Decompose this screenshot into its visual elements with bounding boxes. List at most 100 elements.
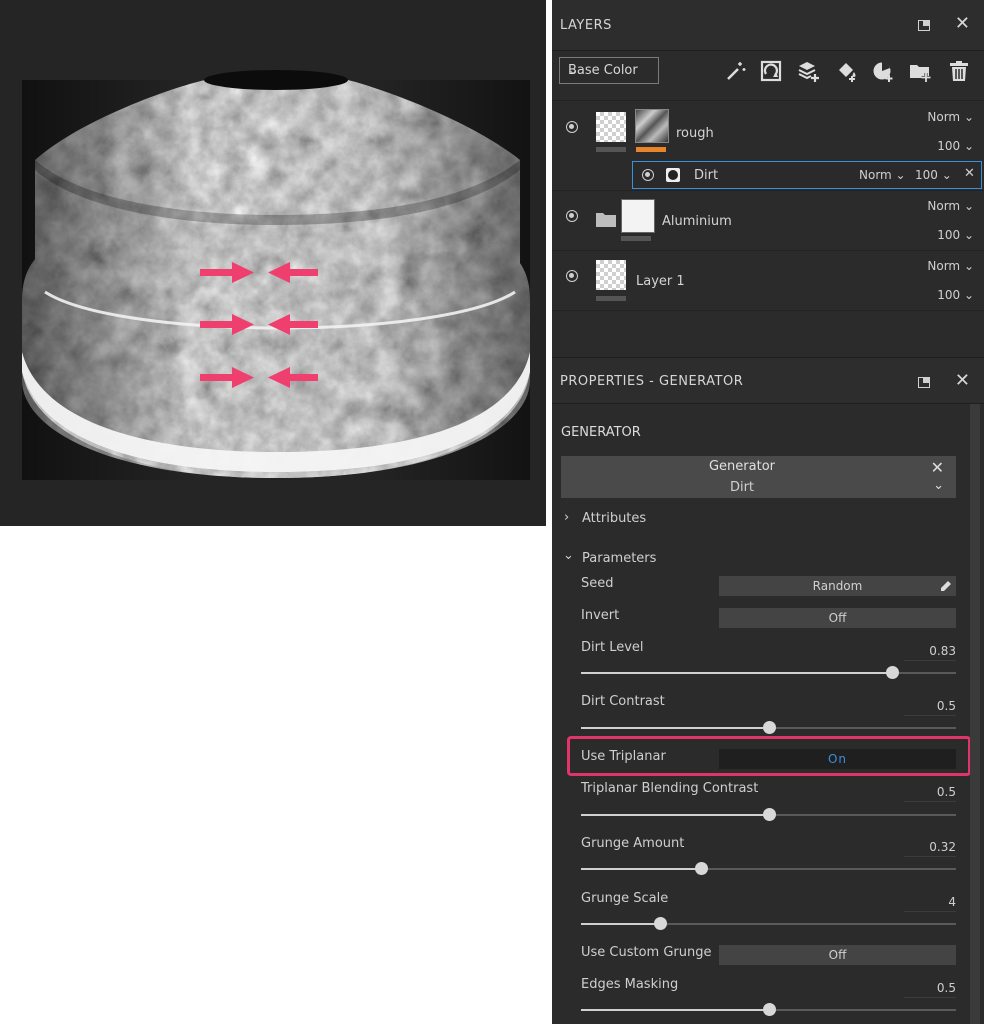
slider-fill	[581, 1009, 769, 1011]
blend-mode-select[interactable]: Norm ⌄	[927, 199, 974, 213]
grunge-amount-value[interactable]: 0.32	[904, 840, 956, 857]
use-triplanar-toggle[interactable]: On	[719, 749, 956, 769]
slider-handle[interactable]	[695, 862, 708, 875]
layer-channel-bar	[596, 147, 626, 152]
blend-mode-select[interactable]: Norm ⌄	[927, 110, 974, 124]
layer-row-aluminium[interactable]: Aluminium Norm ⌄ 100 ⌄	[552, 191, 984, 251]
add-fill-layer-icon[interactable]	[760, 60, 782, 82]
layer-row-layer-1[interactable]: Layer 1 Norm ⌄ 100 ⌄	[552, 251, 984, 311]
grunge-amount-slider[interactable]	[581, 862, 956, 875]
layer-channel-bar	[596, 296, 626, 301]
dirt-level-label: Dirt Level	[581, 640, 644, 655]
layer-row-dirt[interactable]: Dirt Norm ⌄ 100 ⌄ ✕	[632, 161, 982, 189]
add-layer-icon[interactable]	[798, 60, 820, 82]
parameters-toggle[interactable]: ⌄ Parameters	[562, 548, 762, 568]
layer-thumbnail	[596, 260, 626, 290]
dirt-level-value[interactable]: 0.83	[904, 644, 956, 661]
slider-fill	[581, 923, 660, 925]
grunge-scale-slider[interactable]	[581, 917, 956, 930]
layer-name: Dirt	[694, 168, 719, 183]
close-icon[interactable]: ✕	[955, 13, 970, 35]
chevron-right-icon: ›	[564, 510, 570, 525]
edges-masking-slider[interactable]	[581, 1003, 956, 1016]
blend-mode-value: Norm	[927, 259, 961, 273]
slider-fill	[581, 672, 893, 674]
section-title: GENERATOR	[561, 425, 641, 440]
close-icon[interactable]: ✕	[931, 458, 944, 477]
invert-toggle[interactable]: Off	[719, 608, 956, 628]
layers-toolbar: Base Color ⌄	[552, 50, 984, 101]
undock-icon[interactable]	[918, 20, 930, 31]
chevron-down-icon[interactable]: ⌄	[933, 478, 944, 493]
visibility-icon[interactable]	[642, 169, 654, 181]
generator-name: Dirt	[729, 480, 755, 495]
grunge-amount-label: Grunge Amount	[581, 836, 685, 851]
top-opening	[204, 70, 348, 90]
undock-icon[interactable]	[918, 377, 930, 388]
opacity-select[interactable]: 100 ⌄	[937, 139, 974, 153]
slider-handle[interactable]	[762, 808, 776, 821]
dirt-contrast-slider[interactable]	[581, 721, 956, 734]
add-mask-icon[interactable]	[872, 60, 894, 82]
triplanar-blending-label: Triplanar Blending Contrast	[581, 781, 759, 796]
triplanar-blending-slider[interactable]	[581, 808, 956, 821]
layer-name: Aluminium	[662, 214, 732, 229]
invert-value: Off	[828, 611, 847, 625]
3d-viewport[interactable]	[0, 0, 546, 526]
roughness-thumbnail	[635, 109, 669, 143]
slider-handle[interactable]	[762, 1003, 776, 1016]
add-effect-wand-icon[interactable]	[725, 60, 747, 82]
attributes-label: Attributes	[582, 511, 647, 526]
properties-panel-title: PROPERTIES - GENERATOR	[560, 374, 744, 389]
properties-scrollbar[interactable]	[970, 404, 980, 1024]
properties-panel-header: PROPERTIES - GENERATOR ✕	[552, 358, 984, 404]
use-custom-grunge-label: Use Custom Grunge	[581, 945, 712, 960]
trash-icon[interactable]	[948, 60, 970, 82]
seed-value: Random	[812, 579, 863, 593]
generator-picker[interactable]: Generator Dirt ✕ ⌄	[561, 456, 956, 498]
visibility-icon[interactable]	[566, 121, 578, 133]
edges-masking-label: Edges Masking	[581, 977, 679, 992]
slider-handle[interactable]	[762, 721, 776, 734]
pencil-icon[interactable]	[939, 579, 953, 593]
channel-select[interactable]: Base Color ⌄	[559, 57, 659, 84]
grunge-scale-value[interactable]: 4	[904, 895, 956, 912]
blend-mode-value: Norm	[859, 168, 892, 182]
opacity-value: 100	[937, 139, 961, 153]
slider-handle[interactable]	[886, 666, 900, 679]
layers-panel-title: LAYERS	[560, 18, 612, 33]
slider-fill	[581, 814, 769, 816]
use-custom-grunge-value: Off	[828, 948, 847, 962]
opacity-select[interactable]: 100 ⌄	[915, 168, 952, 182]
dirt-level-slider[interactable]	[581, 666, 956, 679]
use-custom-grunge-toggle[interactable]: Off	[719, 945, 956, 965]
add-folder-icon[interactable]	[909, 60, 931, 82]
seed-label: Seed	[581, 576, 614, 591]
add-paint-bucket-icon[interactable]	[836, 60, 858, 82]
chevron-down-icon: ⌄	[563, 548, 574, 563]
slider-handle[interactable]	[653, 917, 667, 930]
layer-name: rough	[676, 126, 714, 141]
invert-label: Invert	[581, 608, 620, 623]
dirt-contrast-value[interactable]: 0.5	[904, 699, 956, 716]
blend-mode-select[interactable]: Norm ⌄	[859, 168, 906, 182]
layer-name: Layer 1	[636, 274, 685, 289]
visibility-icon[interactable]	[566, 210, 578, 222]
use-triplanar-value: On	[827, 752, 848, 766]
triplanar-blending-value[interactable]: 0.5	[904, 785, 956, 802]
remove-effect-icon[interactable]: ✕	[964, 166, 975, 181]
layer-thumbnail	[596, 112, 626, 142]
blend-mode-value: Norm	[927, 110, 961, 124]
close-icon[interactable]: ✕	[955, 370, 970, 392]
selected-channel-indicator	[636, 147, 666, 152]
opacity-select[interactable]: 100 ⌄	[937, 228, 974, 242]
edges-masking-value[interactable]: 0.5	[904, 981, 956, 998]
blend-mode-select[interactable]: Norm ⌄	[927, 259, 974, 273]
layer-thumbnail	[621, 199, 655, 233]
opacity-value: 100	[937, 228, 961, 242]
visibility-icon[interactable]	[566, 270, 578, 282]
attributes-toggle[interactable]: › Attributes	[562, 510, 762, 528]
slider-fill	[581, 727, 769, 729]
seed-random-button[interactable]: Random	[719, 576, 956, 596]
opacity-select[interactable]: 100 ⌄	[937, 288, 974, 302]
